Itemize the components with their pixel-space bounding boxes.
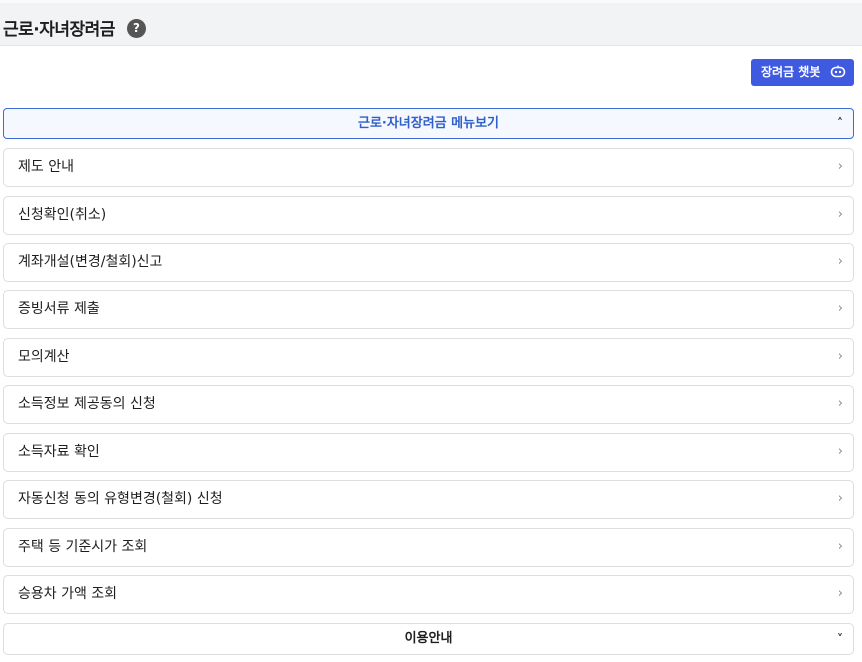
- chatbot-button[interactable]: 장려금 챗봇: [751, 59, 854, 86]
- menu-toggle-label: 근로·자녀장려금 메뉴보기: [357, 116, 500, 131]
- chatbot-button-label: 장려금 챗봇: [761, 65, 821, 79]
- usage-info-toggle[interactable]: 이용안내 ˅: [3, 623, 854, 655]
- menu-item-label: 제도 안내: [18, 159, 74, 175]
- menu-toggle-button[interactable]: 근로·자녀장려금 메뉴보기 ˄: [3, 108, 854, 139]
- menu-item-housing-price[interactable]: 주택 등 기준시가 조회 ›: [3, 528, 854, 567]
- menu-item-label: 증빙서류 제출: [18, 301, 100, 317]
- menu-item-label: 계좌개설(변경/철회)신고: [18, 254, 163, 270]
- menu-item-simulation[interactable]: 모의계산 ›: [3, 338, 854, 377]
- chevron-right-icon: ›: [837, 207, 843, 222]
- help-icon[interactable]: ?: [127, 19, 146, 38]
- menu-item-income-consent[interactable]: 소득정보 제공동의 신청 ›: [3, 385, 854, 424]
- menu-item-system-guide[interactable]: 제도 안내 ›: [3, 148, 854, 187]
- usage-info-label: 이용안내: [404, 631, 453, 646]
- robot-icon: [830, 65, 846, 78]
- chevron-up-icon: ˄: [837, 116, 843, 130]
- top-bar: 근로·자녀장려금 ?: [0, 0, 862, 46]
- chevron-right-icon: ›: [837, 254, 843, 269]
- chevron-right-icon: ›: [837, 396, 843, 411]
- menu-item-label: 승용차 가액 조회: [18, 586, 118, 602]
- page-title: 근로·자녀장려금: [3, 20, 115, 40]
- menu-item-income-check[interactable]: 소득자료 확인 ›: [3, 433, 854, 472]
- menu-item-label: 주택 등 기준시가 조회: [18, 539, 148, 555]
- menu-item-application-check[interactable]: 신청확인(취소) ›: [3, 196, 854, 235]
- chevron-down-icon: ˅: [837, 632, 843, 646]
- chevron-right-icon: ›: [837, 444, 843, 459]
- menu-item-label: 자동신청 동의 유형변경(철회) 신청: [18, 491, 223, 507]
- chevron-right-icon: ›: [837, 159, 843, 174]
- menu-item-auto-apply-change[interactable]: 자동신청 동의 유형변경(철회) 신청 ›: [3, 480, 854, 519]
- menu-item-label: 소득자료 확인: [18, 444, 100, 460]
- menu-item-label: 신청확인(취소): [18, 207, 107, 223]
- menu-item-document-submit[interactable]: 증빙서류 제출 ›: [3, 290, 854, 329]
- menu-item-label: 소득정보 제공동의 신청: [18, 396, 156, 412]
- menu-item-label: 모의계산: [18, 349, 70, 365]
- chevron-right-icon: ›: [837, 586, 843, 601]
- chevron-right-icon: ›: [837, 349, 843, 364]
- chevron-right-icon: ›: [837, 301, 843, 316]
- chevron-right-icon: ›: [837, 539, 843, 554]
- chevron-right-icon: ›: [837, 491, 843, 506]
- menu-item-car-price[interactable]: 승용차 가액 조회 ›: [3, 575, 854, 614]
- menu-item-account-report[interactable]: 계좌개설(변경/철회)신고 ›: [3, 243, 854, 282]
